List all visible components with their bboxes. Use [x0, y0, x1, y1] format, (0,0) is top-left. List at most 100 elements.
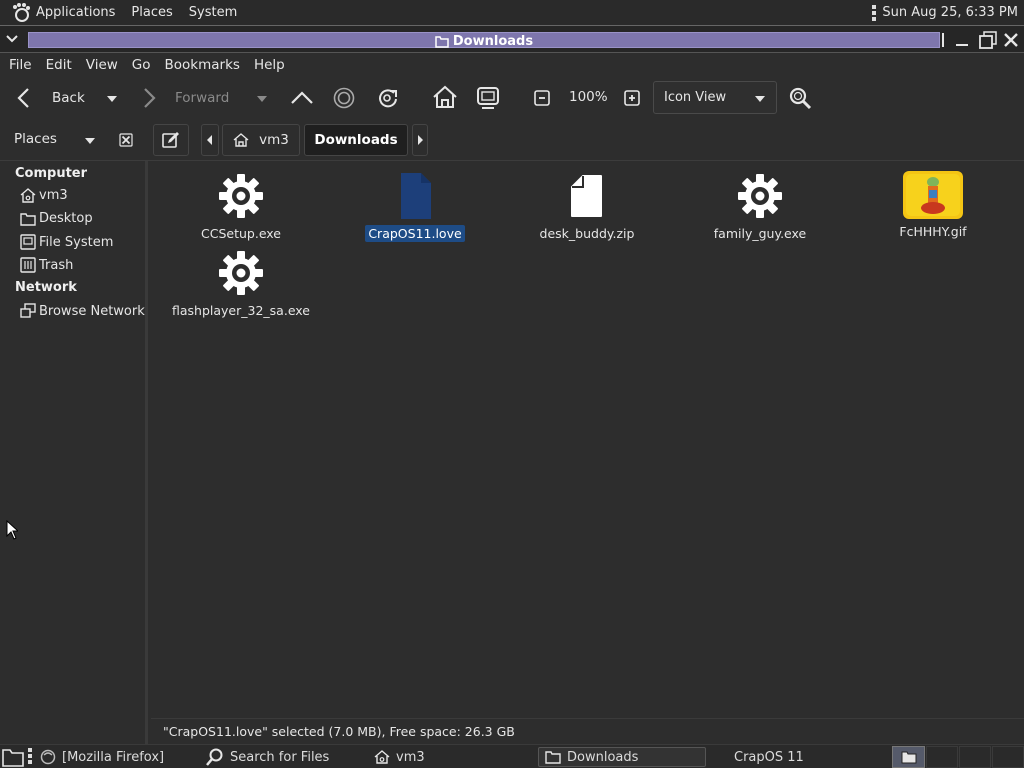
crumb-scroll-left-button[interactable] [201, 124, 219, 156]
sidebar-bottom [0, 718, 148, 744]
zoom-level-text: 100% [569, 89, 608, 105]
sidebar-item-desktop[interactable]: Desktop [20, 211, 93, 226]
zoom-level[interactable]: 100% [569, 89, 608, 105]
places-menu[interactable]: Places [123, 0, 180, 25]
gear-icon [219, 174, 263, 218]
crumb-downloads[interactable]: Downloads [304, 124, 408, 156]
task-firefox[interactable]: [Mozilla Firefox] [34, 747, 202, 767]
file-item[interactable]: desk_buddy.zip [512, 171, 662, 242]
task-search[interactable]: Search for Files [200, 747, 366, 767]
file-item[interactable]: family_guy.exe [685, 171, 835, 242]
back-button[interactable]: Back [16, 87, 85, 109]
search-icon [206, 748, 223, 766]
file-item[interactable]: CrapOS11.love [340, 171, 490, 242]
sidebar-heading-network: Network [15, 280, 77, 295]
menu-bookmarks[interactable]: Bookmarks [158, 57, 247, 73]
task-label: Search for Files [230, 749, 330, 765]
file-item[interactable]: flashplayer_32_sa.exe [166, 248, 316, 319]
location-bar: Places vm3 Downloads [0, 119, 1024, 161]
window-menu-chevron-icon[interactable] [6, 34, 18, 44]
close-icon[interactable] [1003, 32, 1019, 48]
minimize-icon[interactable] [954, 32, 970, 48]
stop-icon[interactable] [333, 87, 355, 109]
clock[interactable]: Sun Aug 25, 6:33 PM [872, 0, 1018, 25]
menu-edit[interactable]: Edit [39, 57, 79, 73]
view-mode-value: Icon View [664, 90, 727, 105]
home-icon [233, 133, 249, 147]
forward-button[interactable]: Forward [143, 87, 229, 109]
folder-icon [435, 35, 449, 48]
zoom-in-icon[interactable] [624, 90, 640, 106]
show-desktop-icon[interactable] [2, 747, 24, 767]
caret-left-icon [207, 135, 212, 145]
menu-go[interactable]: Go [125, 57, 158, 73]
home-icon[interactable] [432, 85, 458, 109]
crumb-vm3[interactable]: vm3 [222, 124, 300, 156]
task-label: Downloads [567, 749, 639, 765]
workspace-2[interactable] [926, 746, 958, 768]
document-icon [571, 175, 602, 217]
crumb-vm3-label: vm3 [259, 132, 289, 148]
task-downloads[interactable]: Downloads [538, 747, 706, 767]
forward-label: Forward [175, 90, 230, 106]
edit-pencil-icon [162, 132, 179, 148]
sidebar-item-vm3[interactable]: vm3 [20, 188, 68, 203]
system-label: System [188, 5, 238, 20]
up-icon[interactable] [290, 88, 314, 108]
window-title: Downloads [452, 33, 534, 49]
task-vm3[interactable]: vm3 [368, 747, 534, 767]
sidebar-item-label: Desktop [39, 211, 93, 226]
mouse-pointer-icon [6, 520, 18, 540]
reload-icon[interactable] [376, 87, 400, 109]
sidebar: Computer vm3 Desktop File System Trash N… [0, 161, 148, 718]
back-history-dropdown-icon[interactable] [106, 95, 118, 103]
view-mode-select[interactable]: Icon View [653, 81, 777, 114]
close-sidebar-icon[interactable] [119, 133, 133, 147]
sidebar-item-file-system[interactable]: File System [20, 234, 113, 250]
applications-label: Applications [36, 5, 116, 20]
maximize-icon[interactable] [979, 31, 997, 49]
sidebar-item-browse-network[interactable]: Browse Network [20, 303, 145, 319]
workspace-4[interactable] [992, 746, 1024, 768]
file-view[interactable]: CCSetup.exe CrapOS11.love desk_buddy.zip [151, 161, 1024, 718]
sidebar-heading-computer: Computer [15, 166, 88, 181]
search-icon[interactable] [788, 86, 812, 110]
drag-handle-icon [28, 748, 32, 764]
caret-right-icon [418, 135, 423, 145]
taskbar: [Mozilla Firefox] Search for Files vm3 D… [0, 744, 1024, 768]
folder-icon [545, 751, 561, 764]
file-name: family_guy.exe [713, 226, 807, 241]
file-name: CrapOS11.love [365, 225, 465, 242]
forward-arrow-icon [144, 88, 156, 108]
home-icon [20, 188, 36, 203]
status-text: "CrapOS11.love" selected (7.0 MB), Free … [163, 724, 515, 739]
menu-help[interactable]: Help [247, 57, 292, 73]
task-label: CrapOS 11 [734, 749, 804, 765]
window-titlebar[interactable]: Downloads [0, 25, 1024, 53]
home-icon [374, 750, 390, 764]
edit-location-button[interactable] [153, 124, 189, 156]
file-item[interactable]: CCSetup.exe [166, 171, 316, 242]
gear-icon [219, 251, 263, 295]
crumb-downloads-label: Downloads [314, 132, 398, 148]
computer-icon[interactable] [476, 86, 500, 110]
file-name: FcHHHY.gif [899, 224, 967, 239]
file-item[interactable]: FcHHHY.gif [858, 169, 1008, 240]
crumb-scroll-right-button[interactable] [412, 124, 428, 156]
menu-view[interactable]: View [79, 57, 125, 73]
statusbar: "CrapOS11.love" selected (7.0 MB), Free … [151, 718, 1024, 744]
zoom-out-icon[interactable] [534, 90, 550, 106]
menu-file[interactable]: File [2, 57, 39, 73]
sidebar-item-label: Browse Network [39, 303, 145, 319]
sidebar-mode-dropdown-icon[interactable] [84, 137, 96, 145]
task-crapos[interactable]: CrapOS 11 [728, 747, 878, 767]
system-menu[interactable]: System [181, 0, 245, 25]
sidebar-item-trash[interactable]: Trash [20, 257, 73, 273]
workspace-3[interactable] [959, 746, 991, 768]
sidebar-mode-select[interactable]: Places [14, 131, 57, 147]
workspace-1[interactable] [892, 746, 925, 768]
applications-menu[interactable]: Applications [0, 0, 123, 25]
folder-icon [20, 212, 36, 226]
sidebar-item-label: File System [39, 234, 114, 250]
forward-history-dropdown-icon[interactable] [256, 95, 268, 103]
